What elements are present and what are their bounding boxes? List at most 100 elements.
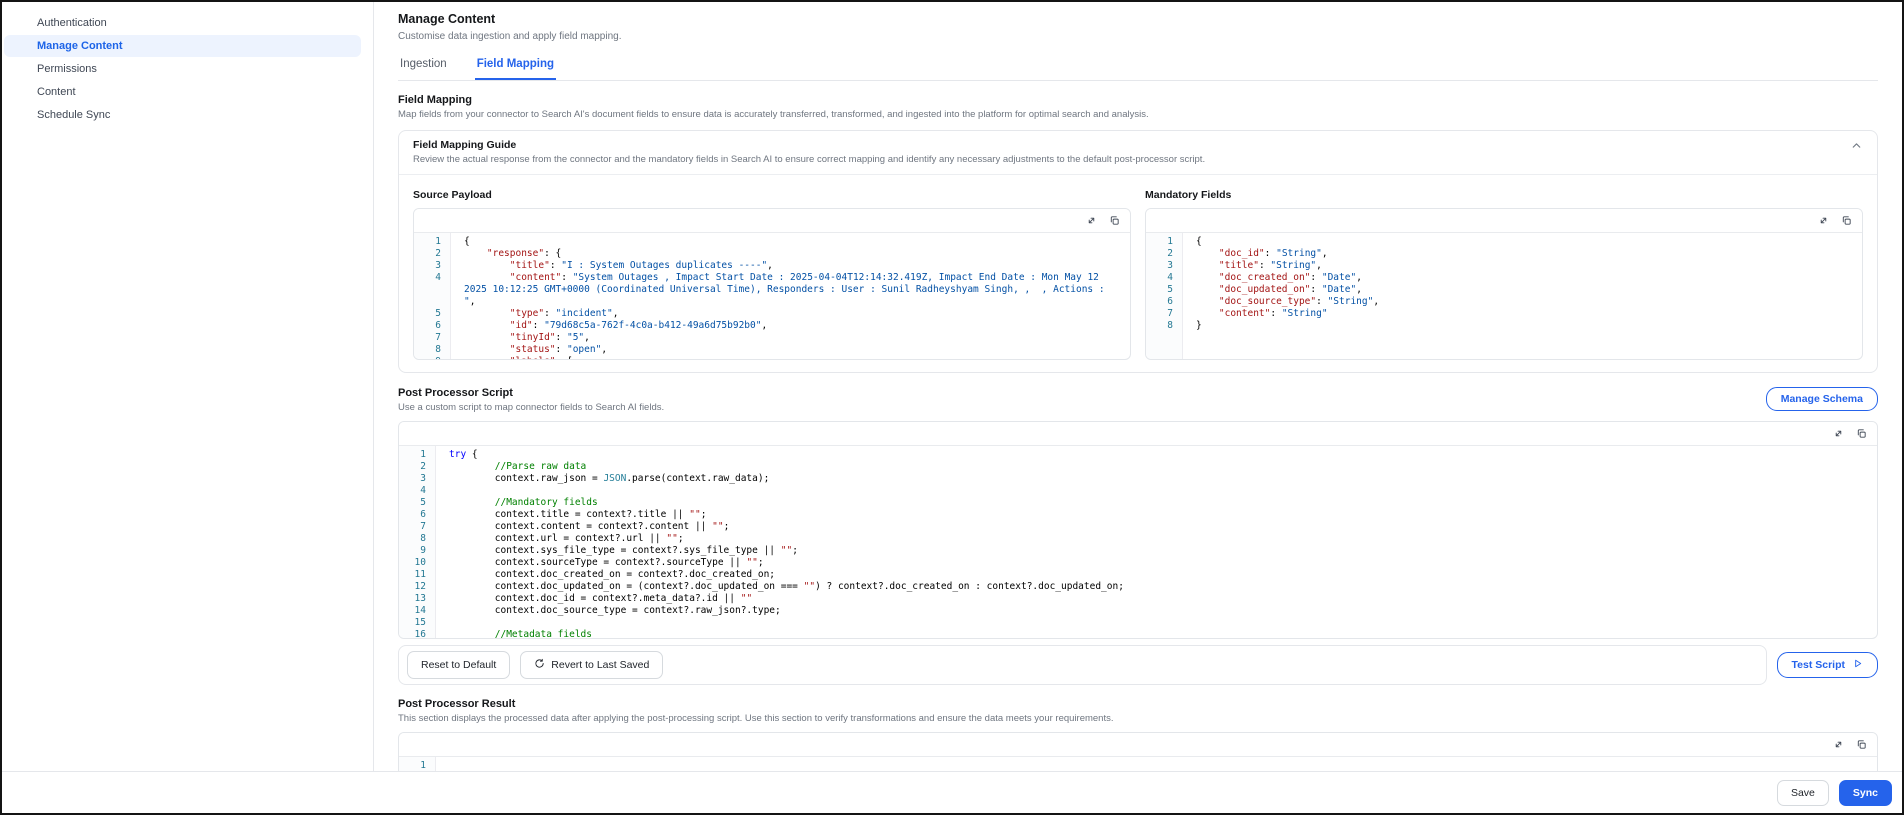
line-number: 1 [399, 760, 435, 771]
expand-button[interactable] [1818, 215, 1829, 226]
code-line: context.sourceType = context?.sourceType… [435, 557, 1877, 569]
sidebar-nav: AuthenticationManage ContentPermissionsC… [2, 12, 373, 126]
copy-button[interactable] [1841, 215, 1852, 226]
source-payload-toolbar [414, 209, 1130, 233]
test-script-button[interactable]: Test Script [1777, 652, 1878, 678]
script-toolbar [399, 422, 1877, 446]
expand-button[interactable] [1086, 215, 1097, 226]
manage-schema-button[interactable]: Manage Schema [1766, 387, 1878, 411]
line-number: 1 [414, 236, 450, 248]
line-number: 7 [399, 521, 435, 533]
copy-icon [1841, 214, 1852, 229]
revert-label: Revert to Last Saved [551, 659, 649, 671]
reset-to-default-button[interactable]: Reset to Default [407, 651, 510, 679]
guide-description: Review the actual response from the conn… [413, 154, 1205, 165]
line-number: 15 [399, 617, 435, 629]
test-script-label: Test Script [1792, 659, 1845, 671]
reset-label: Reset to Default [421, 659, 496, 671]
code-line: "doc_source_type": "String", [1182, 296, 1862, 308]
code-line: { [1182, 236, 1862, 248]
code-line: "content": "System Outages , Impact Star… [450, 272, 1130, 308]
code-line: "type": "incident", [450, 308, 1130, 320]
source-payload-code[interactable]: 1{2 "response": {3 "title": "I : System … [414, 233, 1130, 359]
sidebar-item-content[interactable]: Content [4, 81, 361, 103]
copy-button[interactable] [1856, 739, 1867, 750]
line-number: 4 [414, 272, 450, 308]
line-number: 5 [1146, 284, 1182, 296]
line-number: 3 [414, 260, 450, 272]
post-processor-result-description: This section displays the processed data… [398, 713, 1878, 724]
code-line: context.content = context?.content || ""… [435, 521, 1877, 533]
field-mapping-guide-card: Field Mapping Guide Review the actual re… [398, 130, 1878, 373]
field-mapping-section: Field Mapping Map fields from your conne… [398, 94, 1878, 373]
code-line: "status": "open", [450, 344, 1130, 356]
code-line: "title": "String", [1182, 260, 1862, 272]
expand-button[interactable] [1833, 428, 1844, 439]
expand-button[interactable] [1833, 739, 1844, 750]
line-number: 1 [1146, 236, 1182, 248]
post-processor-script-code[interactable]: 1try {2 //Parse raw data3 context.raw_js… [399, 446, 1877, 638]
code-line: } [1182, 320, 1862, 332]
sync-button[interactable]: Sync [1839, 780, 1892, 806]
mandatory-fields-code[interactable]: 1{2 "doc_id": "String",3 "title": "Strin… [1146, 233, 1862, 359]
tab-bar: Ingestion Field Mapping [398, 52, 1878, 81]
pps-header-text: Post Processor Script Use a custom scrip… [398, 387, 664, 413]
post-processor-script-editor: 1try {2 //Parse raw data3 context.raw_js… [398, 421, 1878, 639]
code-line: //Parse raw data [435, 461, 1877, 473]
app-window: AuthenticationManage ContentPermissionsC… [0, 0, 1904, 815]
tab-field-mapping[interactable]: Field Mapping [475, 52, 556, 80]
line-number: 8 [414, 344, 450, 356]
save-button[interactable]: Save [1777, 780, 1829, 806]
line-number: 2 [1146, 248, 1182, 260]
play-icon [1852, 658, 1863, 672]
code-line: context.doc_source_type = context?.raw_j… [435, 605, 1877, 617]
line-number: 9 [414, 356, 450, 359]
sidebar-item-permissions[interactable]: Permissions [4, 58, 361, 80]
collapse-guide-button[interactable] [1850, 139, 1863, 152]
code-line: { [450, 236, 1130, 248]
expand-icon [1833, 427, 1844, 442]
line-number: 2 [399, 461, 435, 473]
code-line: context.sys_file_type = context?.sys_fil… [435, 545, 1877, 557]
page-title: Manage Content [398, 12, 1878, 26]
tab-ingestion[interactable]: Ingestion [398, 52, 449, 80]
line-number: 8 [399, 533, 435, 545]
code-line: context.doc_updated_on = (context?.doc_u… [435, 581, 1877, 593]
post-processor-result-code[interactable]: 1 [399, 757, 1877, 771]
sidebar-item-authentication[interactable]: Authentication [4, 12, 361, 34]
line-number: 5 [399, 497, 435, 509]
sidebar: AuthenticationManage ContentPermissionsC… [2, 2, 374, 771]
code-line [435, 617, 1877, 629]
line-number: 12 [399, 581, 435, 593]
guide-title: Field Mapping Guide [413, 139, 1205, 151]
code-line: "labels": [ [450, 356, 1130, 359]
copy-button[interactable] [1856, 428, 1867, 439]
copy-icon [1856, 738, 1867, 753]
code-line: try { [435, 449, 1877, 461]
sidebar-item-schedule-sync[interactable]: Schedule Sync [4, 104, 361, 126]
code-line: "doc_updated_on": "Date", [1182, 284, 1862, 296]
line-number: 4 [1146, 272, 1182, 284]
result-toolbar [399, 733, 1877, 757]
code-line: "id": "79d68c5a-762f-4c0a-b412-49a6d75b9… [450, 320, 1130, 332]
source-payload-panel: Source Payload [413, 185, 1131, 360]
field-mapping-guide-header: Field Mapping Guide Review the actual re… [399, 131, 1877, 175]
copy-button[interactable] [1109, 215, 1120, 226]
line-number: 4 [399, 485, 435, 497]
field-mapping-title: Field Mapping [398, 94, 1878, 106]
line-number: 6 [1146, 296, 1182, 308]
copy-icon [1856, 427, 1867, 442]
sidebar-item-manage-content[interactable]: Manage Content [4, 35, 361, 57]
line-number: 16 [399, 629, 435, 638]
revert-to-last-saved-button[interactable]: Revert to Last Saved [520, 651, 663, 679]
code-line: context.raw_json = JSON.parse(context.ra… [435, 473, 1877, 485]
line-number: 7 [1146, 308, 1182, 320]
chevron-up-icon [1850, 140, 1863, 155]
script-footer: Reset to Default Revert to Last Saved Te… [398, 645, 1878, 685]
guide-header-text: Field Mapping Guide Review the actual re… [413, 139, 1205, 165]
line-number: 1 [399, 449, 435, 461]
refresh-icon [534, 658, 545, 672]
post-processor-script-description: Use a custom script to map connector fie… [398, 402, 664, 413]
mandatory-fields-panel: Mandatory Fields [1145, 185, 1863, 360]
line-number: 5 [414, 308, 450, 320]
